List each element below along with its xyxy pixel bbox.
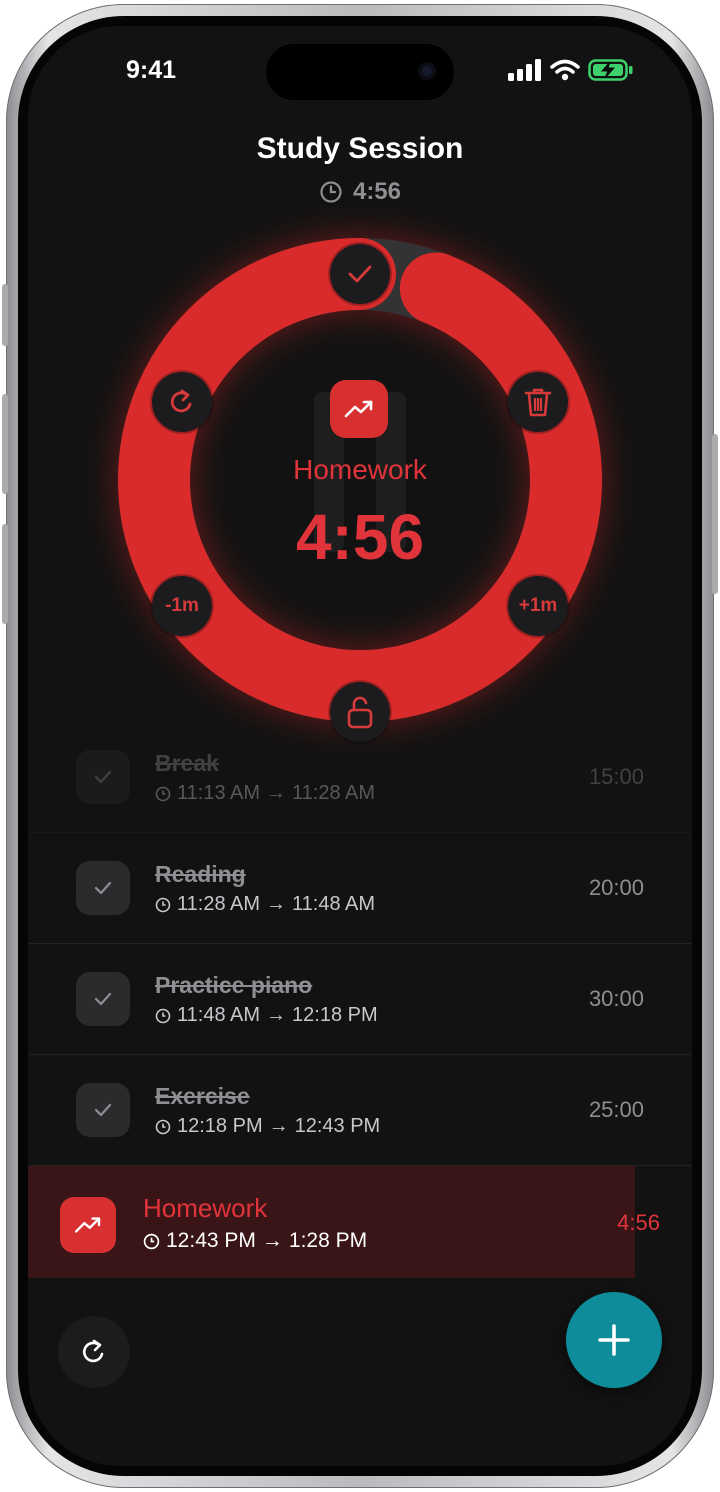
task-category-icon xyxy=(60,1197,116,1253)
task-duration: 30:00 xyxy=(588,986,644,1011)
task-name: Practice piano xyxy=(155,972,313,998)
task-name: Reading xyxy=(155,861,246,887)
task-duration: 4:56 xyxy=(617,1210,660,1235)
task-list: Break 11:13 AM → 11:28 AM 15:00 Reading … xyxy=(28,722,692,1278)
delete-button[interactable] xyxy=(508,372,568,432)
plus-icon xyxy=(598,1324,630,1356)
check-icon xyxy=(94,1103,112,1117)
task-row-exercise[interactable]: Exercise 12:18 PM → 12:43 PM 25:00 xyxy=(28,1055,692,1166)
task-duration: 15:00 xyxy=(588,764,644,789)
clock-icon xyxy=(155,1008,171,1023)
action-button xyxy=(2,284,8,346)
task-start: 11:28 AM xyxy=(177,893,261,915)
cellular-signal-icon xyxy=(508,59,541,81)
power-button xyxy=(712,434,718,594)
task-start: 12:18 PM xyxy=(177,1115,263,1137)
task-time-range: 12:43 PM → 1:28 PM xyxy=(143,1229,367,1253)
countdown-time: 4:56 xyxy=(295,501,425,573)
task-check[interactable] xyxy=(76,750,130,804)
arrow-right-icon: → xyxy=(266,893,287,915)
task-end: 1:28 PM xyxy=(288,1229,368,1252)
task-name: Break xyxy=(155,750,219,776)
plus-minute-button[interactable]: +1m xyxy=(508,576,568,636)
task-start: 12:43 PM xyxy=(166,1229,256,1252)
trash-icon xyxy=(524,388,552,417)
arrow-right-icon: → xyxy=(266,1004,287,1026)
task-start: 11:48 AM xyxy=(177,1004,261,1026)
clock-icon xyxy=(143,1233,160,1249)
task-end: 11:48 AM xyxy=(292,893,376,915)
session-elapsed: 4:56 xyxy=(28,178,692,206)
task-name: Homework xyxy=(143,1193,268,1223)
task-category-icon xyxy=(330,380,388,438)
refresh-icon xyxy=(170,389,192,413)
reset-session-button[interactable] xyxy=(58,1316,130,1388)
arrow-right-icon: → xyxy=(261,1229,283,1252)
check-icon xyxy=(94,770,112,784)
task-time-range: 12:18 PM → 12:43 PM xyxy=(155,1115,380,1138)
task-check[interactable] xyxy=(76,1083,130,1137)
camera-icon xyxy=(418,62,436,80)
complete-button[interactable] xyxy=(330,244,390,304)
restart-button[interactable] xyxy=(152,372,212,432)
volume-up-button xyxy=(2,394,8,494)
clock-icon xyxy=(155,1119,171,1134)
volume-down-button xyxy=(2,524,8,624)
task-check[interactable] xyxy=(76,861,130,915)
arrow-right-icon: → xyxy=(266,782,287,804)
task-end: 12:18 PM xyxy=(292,1004,378,1026)
task-end: 12:43 PM xyxy=(294,1115,381,1137)
task-duration: 25:00 xyxy=(588,1097,644,1122)
minus-minute-button[interactable]: -1m xyxy=(152,576,212,636)
current-task-label: Homework xyxy=(293,454,427,485)
task-end: 11:28 AM xyxy=(292,782,376,804)
task-row-practice-piano[interactable]: Practice piano 11:48 AM → 12:18 PM 30:00 xyxy=(28,944,692,1055)
trend-up-icon xyxy=(344,400,373,418)
task-row-break[interactable]: Break 11:13 AM → 11:28 AM 15:00 xyxy=(28,722,692,833)
task-name: Exercise xyxy=(155,1083,250,1109)
refresh-icon xyxy=(82,1339,104,1363)
clock-icon xyxy=(155,786,171,801)
task-start: 11:13 AM xyxy=(177,782,261,804)
trend-up-icon xyxy=(74,1217,101,1233)
app-screen: 9:41 Study Session 4:56 -1m +1m Homework… xyxy=(28,26,692,1466)
task-time-range: 11:48 AM → 12:18 PM xyxy=(155,1004,378,1027)
task-row-reading[interactable]: Reading 11:28 AM → 11:48 AM 20:00 xyxy=(28,833,692,944)
check-icon xyxy=(348,265,372,283)
timer-dial[interactable]: -1m +1m Homework 4:56 xyxy=(118,238,602,742)
clock-icon xyxy=(320,181,342,203)
active-row-highlight xyxy=(28,1166,635,1278)
add-task-button[interactable] xyxy=(566,1292,662,1388)
status-time: 9:41 xyxy=(126,56,177,84)
battery-charging-icon xyxy=(588,59,633,81)
arrow-right-icon: → xyxy=(268,1115,289,1137)
task-check[interactable] xyxy=(76,972,130,1026)
check-icon xyxy=(94,881,112,895)
task-time-range: 11:13 AM → 11:28 AM xyxy=(155,782,375,805)
task-row-homework-active[interactable]: Homework 12:43 PM → 1:28 PM 4:56 xyxy=(28,1166,692,1278)
page-title: Study Session xyxy=(256,132,464,165)
task-time-range: 11:28 AM → 11:48 AM xyxy=(155,893,375,916)
task-duration: 20:00 xyxy=(588,875,644,900)
status-icons xyxy=(508,58,634,82)
clock-icon xyxy=(155,897,171,912)
check-icon xyxy=(94,992,112,1006)
session-elapsed-time: 4:56 xyxy=(352,178,402,205)
wifi-icon xyxy=(550,59,580,81)
